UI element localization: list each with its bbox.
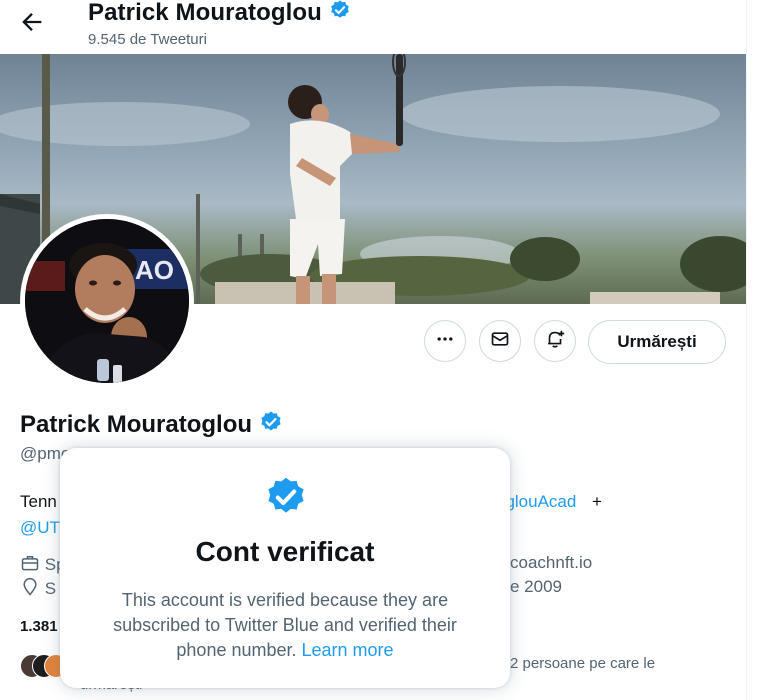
verified-badge-icon[interactable] [259,410,283,441]
learn-more-link[interactable]: Learn more [302,640,394,660]
bio-text: Tenn [20,492,57,511]
following-button[interactable]: Urmărești [588,320,726,364]
popover-body: This account is verified because they ar… [90,588,480,663]
notifications-button[interactable] [534,320,576,362]
bell-plus-icon [544,328,566,355]
right-gutter [746,0,780,700]
popover-text: This account is verified because they ar… [113,590,457,660]
profile-name: Patrick Mouratoglou [20,410,253,438]
joined-date: e 2009 [510,577,562,596]
website-link[interactable]: coachnft.io [510,553,592,573]
verified-popover: Cont verificat This account is verified … [60,448,510,688]
mail-icon [490,329,510,354]
avatar-photo: AO [25,219,189,383]
meta-location: S [20,577,56,602]
tweet-count: 9.545 de Tweeturi [88,31,207,48]
briefcase-icon [20,553,40,578]
message-button[interactable] [479,320,521,362]
profile-page: Patrick Mouratoglou 9.545 de Tweeturi AO… [0,0,746,700]
profile-header: Patrick Mouratoglou 9.545 de Tweeturi [0,0,746,54]
followed-by-text: 2 persoane pe care le [510,655,656,672]
svg-text:AO: AO [135,255,174,285]
profile-name-row: Patrick Mouratoglou [20,410,283,441]
meta-location-text: S [44,579,57,598]
header-title: Patrick Mouratoglou [88,0,351,28]
followers-you-know[interactable] [20,654,68,678]
bio-plus: + [592,492,602,511]
following-count[interactable]: 1.381 [20,618,58,635]
verified-badge-icon [264,475,308,524]
follower-avatars [20,654,68,678]
avatar[interactable]: AO [20,214,194,388]
verified-badge-icon[interactable] [329,0,351,28]
header-name: Patrick Mouratoglou [88,0,322,26]
more-icon [435,329,455,354]
meta-category: Sp [20,553,66,578]
back-arrow-icon[interactable] [18,8,46,36]
more-button[interactable] [424,320,466,362]
pin-icon [20,577,40,602]
popover-title: Cont verificat [195,536,375,567]
